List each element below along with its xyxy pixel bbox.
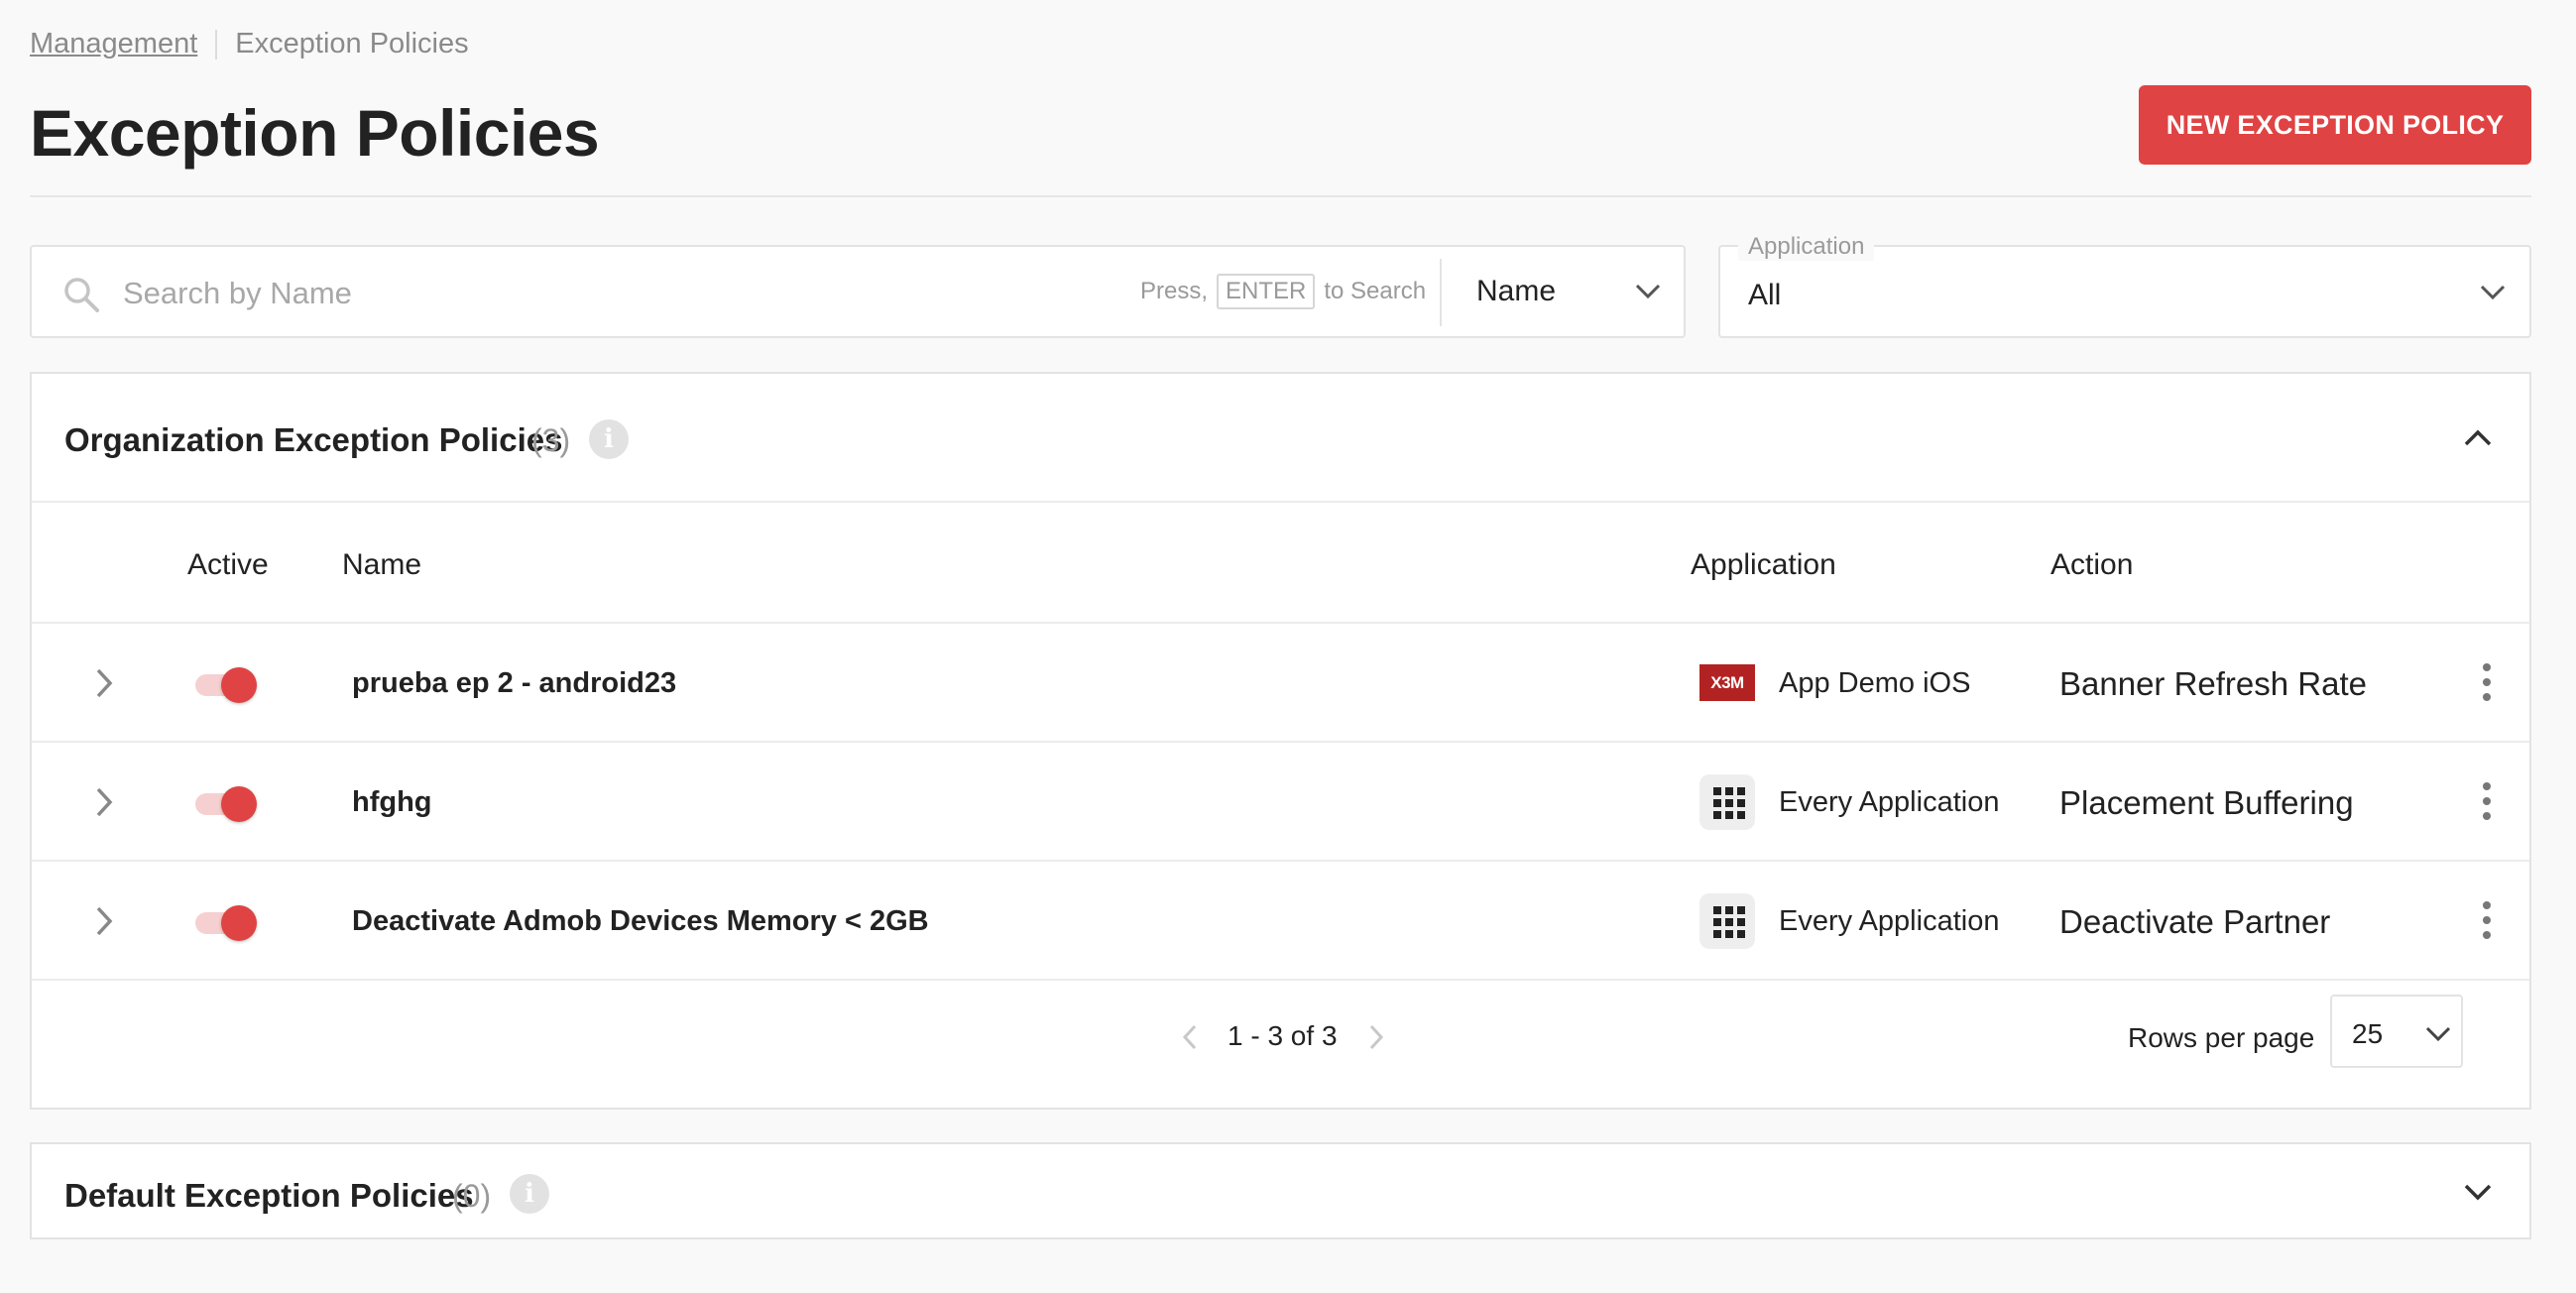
panel-count: (0) — [452, 1178, 492, 1214]
organization-exception-policies-panel: Organization Exception Policies (3) i Ac… — [30, 372, 2531, 1110]
active-toggle[interactable] — [195, 905, 257, 941]
search-icon — [64, 278, 99, 312]
previous-page-icon[interactable] — [1179, 1022, 1201, 1052]
search-field-select[interactable]: Name — [1442, 247, 1686, 336]
policy-action: Placement Buffering — [2059, 784, 2354, 821]
application-filter-value: All — [1748, 279, 1782, 311]
chevron-up-icon[interactable] — [2464, 428, 2492, 446]
chevron-right-icon[interactable] — [89, 785, 119, 819]
policy-application: App Demo iOS — [1779, 667, 1971, 699]
next-page-icon[interactable] — [1365, 1022, 1387, 1052]
policy-action: Deactivate Partner — [2059, 903, 2331, 940]
toggle-knob — [221, 786, 257, 822]
enter-key-badge: ENTER — [1217, 274, 1316, 309]
active-toggle[interactable] — [195, 786, 257, 822]
default-panel-header[interactable]: Default Exception Policies (0) i — [32, 1144, 2529, 1241]
header-divider — [30, 195, 2531, 197]
panel-count: (3) — [531, 422, 571, 458]
policy-name[interactable]: Deactivate Admob Devices Memory < 2GB — [352, 905, 929, 938]
page-title: Exception Policies — [30, 96, 600, 170]
column-header-name[interactable]: Name — [342, 548, 421, 582]
search-hint-prefix: Press, — [1140, 278, 1209, 304]
breadcrumb-separator — [215, 29, 218, 59]
panel-title: Default Exception Policies — [64, 1177, 474, 1214]
table-header: Active Name Application Action — [32, 503, 2529, 624]
breadcrumb: Management Exception Policies — [30, 28, 469, 60]
more-options-icon[interactable] — [2477, 659, 2497, 705]
chevron-down-icon — [2425, 1026, 2451, 1042]
policy-application: Every Application — [1779, 905, 2000, 937]
more-options-icon[interactable] — [2477, 778, 2497, 824]
chevron-down-icon — [2480, 285, 2506, 300]
grid-icon — [1699, 893, 1755, 949]
policy-application: Every Application — [1779, 786, 2000, 818]
rows-per-page-value: 25 — [2352, 1018, 2384, 1049]
search-hint: Press, ENTER to Search — [1140, 274, 1426, 309]
policy-action: Banner Refresh Rate — [2059, 665, 2368, 702]
app-logo-icon: X3M — [1699, 664, 1755, 701]
info-icon[interactable]: i — [589, 419, 629, 459]
table-row: hfghg Every Application Placement Buffer… — [32, 743, 2529, 862]
search-input[interactable] — [121, 267, 1017, 320]
policy-name[interactable]: prueba ep 2 - android23 — [352, 667, 676, 700]
info-icon[interactable]: i — [510, 1174, 549, 1214]
search-field-value: Name — [1476, 275, 1557, 307]
organization-panel-header[interactable]: Organization Exception Policies (3) i — [32, 374, 2529, 503]
application-filter-select[interactable]: Application All — [1718, 233, 2531, 338]
table-row: Deactivate Admob Devices Memory < 2GB Ev… — [32, 862, 2529, 981]
rows-per-page-label: Rows per page — [2128, 1022, 2315, 1053]
more-options-icon[interactable] — [2477, 897, 2497, 943]
chevron-down-icon — [1635, 284, 1661, 299]
pagination: 1 - 3 of 3 Rows per page 25 — [32, 981, 2529, 1108]
breadcrumb-current: Exception Policies — [235, 28, 469, 59]
column-header-action[interactable]: Action — [2050, 548, 2133, 582]
table-row: prueba ep 2 - android23 X3M App Demo iOS… — [32, 624, 2529, 743]
grid-icon — [1699, 774, 1755, 830]
active-toggle[interactable] — [195, 667, 257, 703]
search-hint-suffix: to Search — [1324, 278, 1427, 304]
new-exception-policy-button[interactable]: NEW EXCEPTION POLICY — [2139, 85, 2531, 165]
panel-title: Organization Exception Policies — [64, 421, 563, 458]
rows-per-page-select[interactable]: 25 — [2330, 995, 2463, 1068]
toggle-knob — [221, 667, 257, 703]
breadcrumb-link-management[interactable]: Management — [30, 28, 197, 60]
application-filter-label: Application — [1738, 233, 1875, 261]
chevron-right-icon[interactable] — [89, 666, 119, 700]
column-header-active[interactable]: Active — [187, 548, 269, 582]
pagination-range: 1 - 3 of 3 — [1228, 1020, 1338, 1051]
chevron-right-icon[interactable] — [89, 904, 119, 938]
default-exception-policies-panel: Default Exception Policies (0) i — [30, 1142, 2531, 1239]
chevron-down-icon[interactable] — [2464, 1184, 2492, 1202]
toggle-knob — [221, 905, 257, 941]
search-bar: Press, ENTER to Search Name — [30, 245, 1686, 338]
policy-name[interactable]: hfghg — [352, 786, 432, 819]
column-header-application[interactable]: Application — [1691, 548, 1836, 582]
